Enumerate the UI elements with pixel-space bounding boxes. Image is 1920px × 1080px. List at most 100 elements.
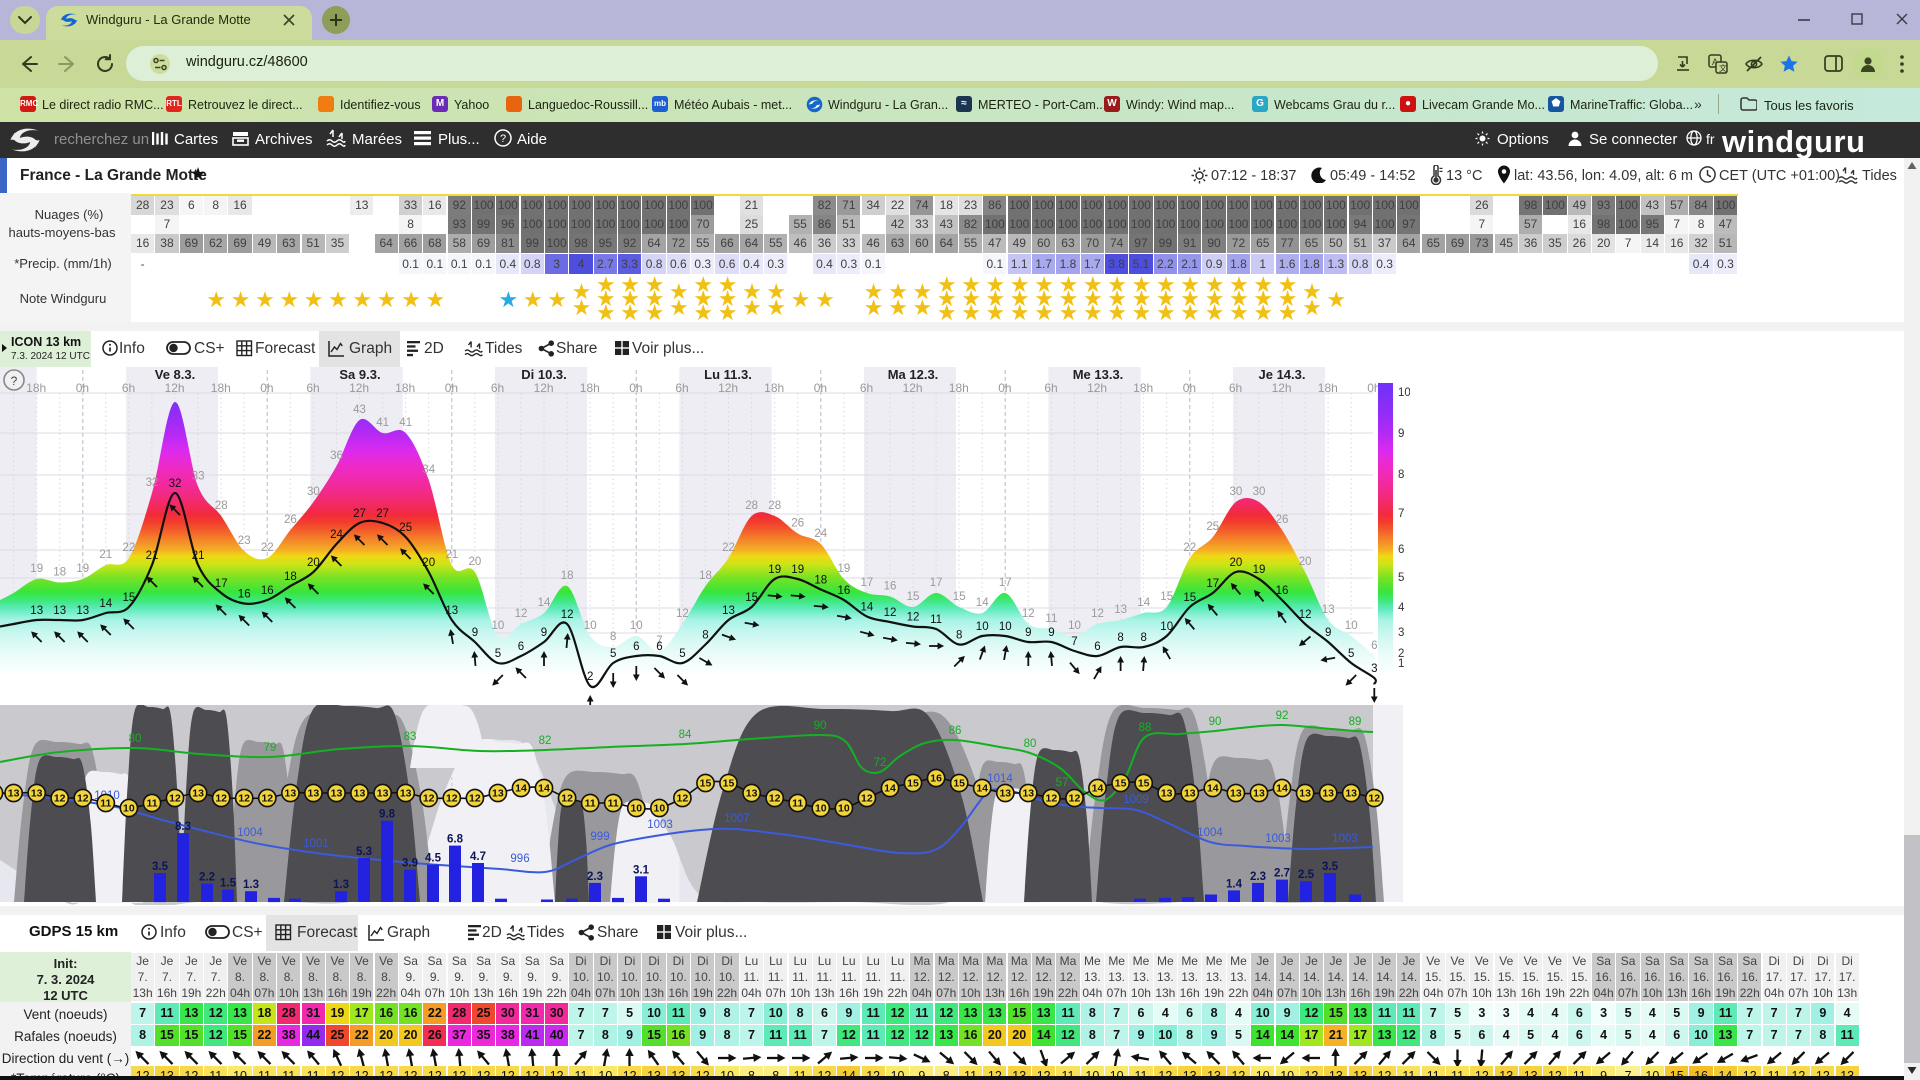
svg-text:20: 20	[1299, 556, 1312, 568]
svg-text:0h: 0h	[814, 381, 827, 395]
svg-text:13: 13	[53, 605, 66, 617]
svg-text:Ma 12.3.: Ma 12.3.	[888, 367, 939, 382]
svg-text:9: 9	[541, 627, 547, 639]
svg-text:18h: 18h	[949, 381, 969, 395]
svg-text:12h: 12h	[165, 381, 185, 395]
svg-text:18h: 18h	[211, 381, 231, 395]
svg-text:13: 13	[1322, 788, 1334, 800]
svg-text:13: 13	[30, 605, 43, 617]
svg-text:13: 13	[1161, 788, 1173, 800]
svg-text:12: 12	[446, 793, 458, 805]
svg-text:12: 12	[1091, 608, 1104, 620]
svg-text:25: 25	[1206, 521, 1219, 533]
svg-text:21: 21	[99, 549, 112, 561]
svg-text:12: 12	[54, 793, 66, 805]
svg-text:8.3: 8.3	[175, 821, 191, 833]
svg-text:5: 5	[495, 648, 501, 660]
svg-text:24: 24	[330, 529, 343, 541]
svg-text:10: 10	[492, 620, 505, 632]
svg-text:7: 7	[1071, 636, 1077, 648]
svg-text:6.8: 6.8	[447, 834, 464, 846]
svg-text:15: 15	[745, 592, 758, 604]
svg-text:10: 10	[1068, 620, 1081, 632]
svg-text:4.5: 4.5	[425, 853, 442, 865]
svg-text:11: 11	[792, 798, 803, 810]
svg-text:Lu 11.3.: Lu 11.3.	[704, 367, 752, 382]
svg-text:28: 28	[768, 500, 781, 512]
svg-text:12: 12	[1368, 793, 1380, 805]
svg-text:16: 16	[1276, 585, 1289, 597]
svg-text:19: 19	[30, 563, 43, 575]
svg-text:15: 15	[953, 591, 966, 603]
svg-text:41: 41	[376, 417, 389, 429]
svg-text:1003: 1003	[1265, 833, 1291, 845]
svg-text:14: 14	[1276, 783, 1288, 795]
svg-text:17: 17	[999, 577, 1012, 589]
svg-text:10: 10	[999, 621, 1012, 633]
svg-text:3: 3	[1371, 663, 1377, 675]
svg-text:34: 34	[422, 464, 435, 476]
svg-text:13: 13	[1299, 788, 1311, 800]
svg-text:14: 14	[538, 597, 551, 609]
svg-text:14: 14	[1207, 783, 1219, 795]
svg-text:13: 13	[308, 788, 320, 800]
svg-text:6: 6	[633, 641, 639, 653]
svg-text:84: 84	[679, 729, 692, 741]
svg-text:1.3: 1.3	[333, 879, 349, 891]
svg-text:13: 13	[1022, 788, 1034, 800]
svg-text:6h: 6h	[1044, 381, 1057, 395]
svg-text:13: 13	[354, 788, 366, 800]
svg-text:21: 21	[445, 549, 458, 561]
svg-text:22: 22	[722, 542, 735, 554]
svg-text:79: 79	[264, 742, 277, 754]
svg-text:10: 10	[1345, 620, 1358, 632]
svg-text:6h: 6h	[1229, 381, 1242, 395]
svg-text:21: 21	[146, 550, 159, 562]
svg-text:12: 12	[469, 793, 481, 805]
svg-text:86: 86	[949, 725, 962, 737]
svg-text:10: 10	[584, 620, 597, 632]
svg-text:18: 18	[699, 570, 712, 582]
svg-text:28: 28	[745, 500, 758, 512]
svg-text:15: 15	[700, 778, 712, 790]
svg-text:32: 32	[146, 477, 159, 489]
svg-text:18h: 18h	[395, 381, 415, 395]
svg-text:14: 14	[1092, 783, 1104, 795]
svg-text:0h: 0h	[445, 381, 458, 395]
svg-text:18: 18	[284, 571, 297, 583]
svg-text:6h: 6h	[860, 381, 873, 395]
svg-text:12: 12	[676, 608, 689, 620]
svg-text:1014: 1014	[987, 773, 1013, 785]
svg-text:15: 15	[1183, 592, 1196, 604]
svg-text:5.3: 5.3	[356, 846, 372, 858]
svg-text:13: 13	[445, 605, 458, 617]
svg-text:12h: 12h	[534, 381, 554, 395]
svg-text:13: 13	[8, 788, 20, 800]
svg-text:12: 12	[1022, 608, 1035, 620]
svg-text:18h: 18h	[1318, 381, 1338, 395]
svg-text:23: 23	[238, 535, 251, 547]
svg-text:13: 13	[1345, 788, 1357, 800]
svg-text:15: 15	[723, 778, 735, 790]
svg-text:Sa 9.3.: Sa 9.3.	[339, 367, 380, 382]
svg-text:17: 17	[930, 577, 943, 589]
svg-text:13: 13	[1184, 788, 1196, 800]
svg-text:10: 10	[1398, 387, 1410, 399]
svg-text:12: 12	[169, 793, 181, 805]
svg-text:8: 8	[1398, 469, 1404, 481]
svg-text:6h: 6h	[491, 381, 504, 395]
svg-text:19: 19	[1253, 564, 1266, 576]
svg-text:13: 13	[1114, 604, 1127, 616]
svg-text:26: 26	[791, 518, 804, 530]
svg-text:6h: 6h	[675, 381, 688, 395]
svg-text:14: 14	[976, 783, 988, 795]
svg-text:12: 12	[77, 793, 89, 805]
svg-text:13: 13	[1322, 604, 1335, 616]
svg-text:?: ?	[500, 133, 506, 145]
svg-text:12: 12	[1299, 609, 1312, 621]
svg-text:5: 5	[1398, 572, 1404, 584]
svg-text:30: 30	[1230, 486, 1243, 498]
svg-text:16: 16	[930, 773, 942, 785]
svg-text:12: 12	[561, 793, 573, 805]
svg-text:22: 22	[261, 542, 274, 554]
